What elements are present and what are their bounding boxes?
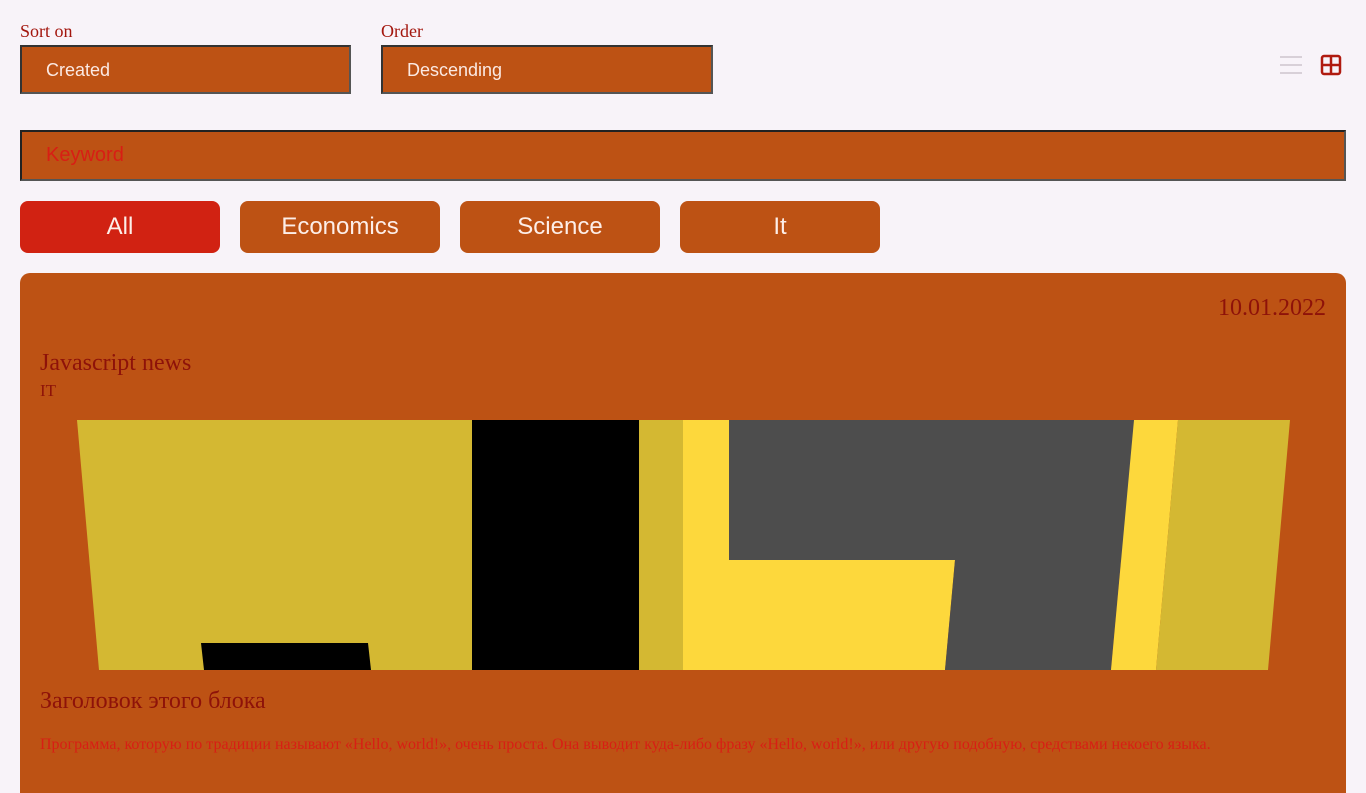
news-title[interactable]: Javascript news <box>40 350 191 377</box>
order-label: Order <box>381 21 423 41</box>
block-title: Заголовок этого блока <box>40 688 266 714</box>
news-date: 10.01.2022 <box>1218 295 1326 321</box>
sort-select[interactable]: Created <box>20 45 351 94</box>
filter-all-button[interactable]: All <box>20 201 220 253</box>
keyword-search-input[interactable]: Keyword <box>20 130 1346 181</box>
filter-science-button[interactable]: Science <box>460 201 660 253</box>
news-category: IT <box>40 381 57 400</box>
block-text: Программа, которую по традиции называют … <box>40 736 1211 753</box>
news-card[interactable]: 10.01.2022 Javascript news IT Заголовок … <box>20 273 1346 793</box>
list-view-icon[interactable] <box>1279 54 1303 76</box>
sort-label: Sort on <box>20 21 73 41</box>
grid-view-icon[interactable] <box>1320 54 1342 76</box>
filter-it-button[interactable]: It <box>680 201 880 253</box>
news-image <box>77 420 1290 675</box>
filter-economics-button[interactable]: Economics <box>240 201 440 253</box>
order-select[interactable]: Descending <box>381 45 713 94</box>
